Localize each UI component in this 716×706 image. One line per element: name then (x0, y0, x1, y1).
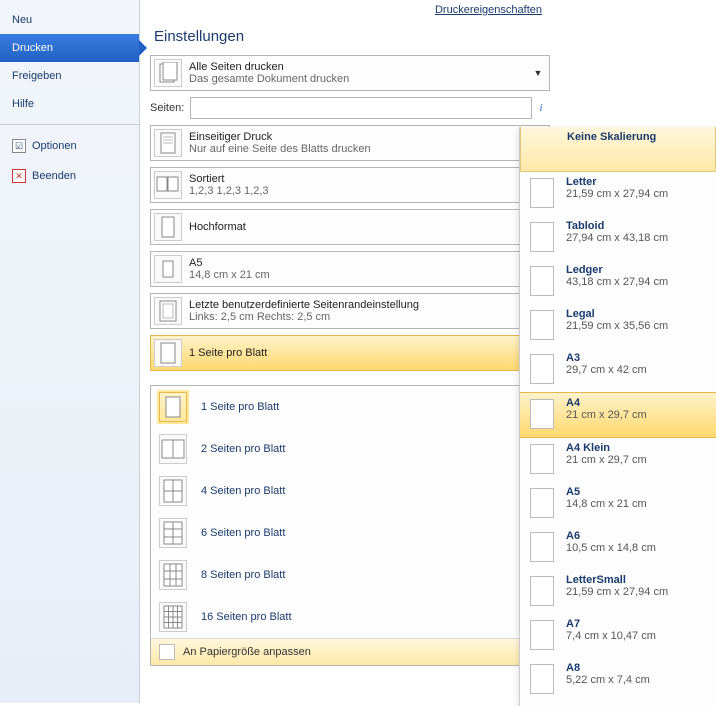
menu-item-4-per-sheet[interactable]: 4 Seiten pro Blatt (151, 470, 549, 512)
sidebar-item-freigeben[interactable]: Freigeben (0, 62, 139, 90)
backstage-sidebar: Neu Drucken Freigeben Hilfe ☑Optionen ✕B… (0, 0, 140, 703)
menu-item-16-per-sheet[interactable]: 16 Seiten pro Blatt (151, 596, 549, 638)
pages-input[interactable] (190, 97, 532, 119)
paper-icon (530, 444, 554, 474)
paper-item-a6[interactable]: A610,5 cm x 14,8 cm (520, 526, 716, 570)
eight-per-sheet-icon (159, 560, 187, 590)
dropdown-margins[interactable]: Letzte benutzerdefinierte Seitenrandeins… (150, 293, 550, 329)
margins-icon (154, 297, 182, 325)
paper-size-icon (154, 255, 182, 283)
pages-per-sheet-menu: 1 Seite pro Blatt 2 Seiten pro Blatt 4 S… (150, 385, 550, 666)
paper-item-a4-klein[interactable]: A4 Klein21 cm x 29,7 cm (520, 438, 716, 482)
paper-icon (530, 266, 554, 296)
dd-title: Sortiert (189, 173, 529, 185)
paper-icon (530, 664, 554, 694)
paper-item-a8[interactable]: A85,22 cm x 7,4 cm (520, 658, 716, 702)
pages-stack-icon (154, 59, 182, 87)
sixteen-per-sheet-icon (159, 602, 187, 632)
no-scaling-icon (531, 133, 555, 163)
dd-sub: Links: 2,5 cm Rechts: 2,5 cm (189, 311, 529, 323)
dropdown-orientation[interactable]: Hochformat ▼ (150, 209, 550, 245)
paper-item-no-scaling[interactable]: Keine Skalierung (520, 127, 716, 172)
paper-icon (530, 354, 554, 384)
portrait-icon (154, 213, 182, 241)
dd-title: Hochformat (189, 221, 529, 233)
paper-item-a3[interactable]: A329,7 cm x 42 cm (520, 348, 716, 392)
info-icon[interactable]: i (532, 102, 550, 114)
dropdown-print-all-pages[interactable]: Alle Seiten drucken Das gesamte Dokument… (150, 55, 550, 91)
dd-sub: 1,2,3 1,2,3 1,2,3 (189, 185, 529, 197)
settings-title: Einstellungen (150, 24, 550, 55)
dropdown-pages-per-sheet[interactable]: 1 Seite pro Blatt ▼ (150, 335, 550, 371)
paper-icon (530, 532, 554, 562)
one-per-sheet-icon (159, 392, 187, 422)
paper-icon (530, 222, 554, 252)
sidebar-item-neu[interactable]: Neu (0, 6, 139, 34)
sidebar-divider (0, 124, 139, 125)
dd-sub: 14,8 cm x 21 cm (189, 269, 529, 281)
dd-sub: Das gesamte Dokument drucken (189, 73, 529, 85)
dd-title: A5 (189, 257, 529, 269)
paper-item-a4[interactable]: A421 cm x 29,7 cm (520, 392, 716, 438)
collated-icon (154, 171, 182, 199)
pages-row: Seiten: i (150, 97, 550, 119)
paper-icon (530, 399, 554, 429)
paper-item-lettersmall[interactable]: LetterSmall21,59 cm x 27,94 cm (520, 570, 716, 614)
exit-icon: ✕ (12, 169, 26, 183)
one-per-sheet-icon (154, 339, 182, 367)
options-icon: ☑ (12, 139, 26, 153)
paper-item-ledger[interactable]: Ledger43,18 cm x 27,94 cm (520, 260, 716, 304)
sidebar-item-optionen[interactable]: ☑Optionen (0, 131, 139, 161)
paper-icon (530, 178, 554, 208)
single-side-icon (154, 129, 182, 157)
menu-item-1-per-sheet[interactable]: 1 Seite pro Blatt (151, 386, 549, 428)
sidebar-item-hilfe[interactable]: Hilfe (0, 90, 139, 118)
dd-title: Alle Seiten drucken (189, 61, 529, 73)
paper-size-flyout: Keine Skalierung Letter21,59 cm x 27,94 … (519, 127, 716, 706)
dropdown-paper-size[interactable]: A5 14,8 cm x 21 cm ▼ (150, 251, 550, 287)
paper-icon (530, 576, 554, 606)
four-per-sheet-icon (159, 476, 187, 506)
dd-sub: Nur auf eine Seite des Blatts drucken (189, 143, 529, 155)
six-per-sheet-icon (159, 518, 187, 548)
dd-title: 1 Seite pro Blatt (189, 347, 529, 359)
pages-label: Seiten: (150, 102, 190, 114)
scale-to-paper-icon (159, 644, 175, 660)
menu-scale-to-paper[interactable]: An Papiergröße anpassen ▶ (151, 638, 549, 665)
paper-item-legal[interactable]: Legal21,59 cm x 35,56 cm (520, 304, 716, 348)
menu-item-8-per-sheet[interactable]: 8 Seiten pro Blatt (151, 554, 549, 596)
paper-item-a5[interactable]: A514,8 cm x 21 cm (520, 482, 716, 526)
paper-item-tabloid[interactable]: Tabloid27,94 cm x 43,18 cm (520, 216, 716, 260)
print-settings-panel: Druckereigenschaften Einstellungen Alle … (150, 0, 550, 666)
chevron-down-icon: ▼ (533, 68, 549, 78)
dd-title: Letzte benutzerdefinierte Seitenrandeins… (189, 299, 529, 311)
paper-item-a7[interactable]: A77,4 cm x 10,47 cm (520, 614, 716, 658)
two-per-sheet-icon (159, 434, 187, 464)
paper-icon (530, 310, 554, 340)
menu-item-6-per-sheet[interactable]: 6 Seiten pro Blatt (151, 512, 549, 554)
dropdown-collated[interactable]: Sortiert 1,2,3 1,2,3 1,2,3 ▼ (150, 167, 550, 203)
paper-icon (530, 488, 554, 518)
sidebar-item-drucken[interactable]: Drucken (0, 34, 139, 62)
paper-icon (530, 620, 554, 650)
menu-item-2-per-sheet[interactable]: 2 Seiten pro Blatt (151, 428, 549, 470)
printer-properties-link[interactable]: Druckereigenschaften (150, 0, 550, 24)
sidebar-item-beenden[interactable]: ✕Beenden (0, 161, 139, 191)
dd-title: Einseitiger Druck (189, 131, 529, 143)
dropdown-one-sided[interactable]: Einseitiger Druck Nur auf eine Seite des… (150, 125, 550, 161)
paper-item-letter[interactable]: Letter21,59 cm x 27,94 cm (520, 172, 716, 216)
